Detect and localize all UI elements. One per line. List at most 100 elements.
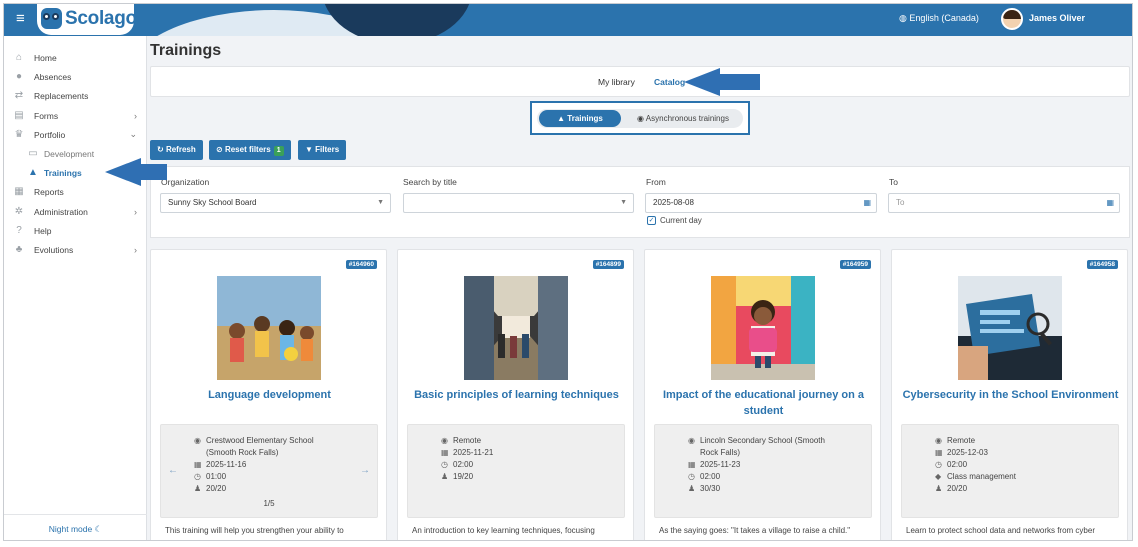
location-row: ◉ Lincoln Secondary School (Smooth Rock F…	[688, 436, 825, 457]
session-info: ◉ Remote ▦ 2025-12-03 ◷ 02:00 ◆ Class manage…	[901, 424, 1119, 518]
location-row: ◉ Remote	[935, 436, 976, 445]
date-row: ▦ 2025-11-16	[194, 460, 247, 469]
location-row: ◉ Crestwood Elementary School (Smooth Roc…	[194, 436, 314, 457]
duration-row: ◷ 02:00	[935, 460, 968, 469]
organization-select[interactable]: Sunny Sky School Board ▼	[160, 193, 391, 213]
report-icon: ▦	[14, 186, 24, 197]
training-card[interactable]: #164899 Basic principles of learning tec…	[397, 249, 634, 540]
arrow-left-icon[interactable]: ←	[168, 465, 178, 476]
chevron-down-icon: ▼	[377, 199, 384, 206]
location-row: ◉ Remote	[441, 436, 482, 445]
trophy-icon: ♛	[14, 129, 24, 140]
sidebar-item-evolutions[interactable]: ♣ Evolutions ›	[4, 240, 147, 259]
filters-panel: Organization Sunny Sky School Board ▼ Sea…	[150, 166, 1130, 238]
reset-filters-button[interactable]: ⊘ Reset filters 1	[209, 140, 291, 160]
training-title[interactable]: Language development	[159, 387, 380, 403]
globe-icon: ◍	[899, 13, 907, 23]
chevron-down-icon: ▼	[620, 199, 627, 206]
reset-count-badge: 1	[273, 146, 284, 156]
training-id-badge: #164958	[1086, 260, 1118, 269]
training-title[interactable]: Basic principles of learning techniques	[406, 387, 627, 403]
tab-trainings[interactable]: ▲ Trainings	[539, 110, 621, 127]
chevron-right-icon: ›	[134, 244, 137, 255]
training-image	[711, 276, 815, 380]
duration-row: ◷ 01:00	[194, 472, 227, 481]
sidebar-item-administration[interactable]: ✲ Administration ›	[4, 202, 147, 221]
sprout-icon: ♣	[15, 244, 23, 255]
sidebar-item-replacements[interactable]: ⇄ Replacements	[4, 86, 147, 105]
to-label: To	[889, 177, 898, 187]
organization-label: Organization	[161, 177, 210, 187]
calendar-icon[interactable]: ▦	[863, 194, 871, 212]
owl-logo-icon	[41, 8, 62, 29]
training-card[interactable]: #164959 Impact of the educational journe…	[644, 249, 881, 540]
to-date-input[interactable]: To ▦	[888, 193, 1120, 213]
logo[interactable]: Scolago	[37, 4, 137, 35]
arrow-right-icon[interactable]: →	[360, 465, 370, 476]
clock-icon: ◷	[688, 472, 695, 481]
seats-row: ♟ 19/20	[441, 472, 474, 481]
search-title-select[interactable]: ▼	[403, 193, 634, 213]
refresh-button[interactable]: ↻ Refresh	[150, 140, 203, 160]
map-pin-icon: ◉	[688, 436, 695, 445]
swap-icon: ⇄	[14, 90, 24, 101]
funnel-icon: ▼	[305, 145, 316, 154]
training-description: Learn to protect school data and network…	[906, 526, 1095, 535]
session-info: ◉ Lincoln Secondary School (Smooth Rock F…	[654, 424, 872, 518]
calendar-icon[interactable]: ▦	[1106, 194, 1114, 212]
library-tabs: My library Catalog	[150, 66, 1130, 97]
sidebar: ⌂ Home ● Absences ⇄ Replacements ▤ Forms › ♛ P…	[4, 36, 147, 540]
session-info: ◉ Remote ▦ 2025-11-21 ◷ 02:00 ♟ 19/20	[407, 424, 625, 518]
clock-icon: ◷	[194, 472, 201, 481]
clock-icon: ◷	[935, 460, 942, 469]
filter-reset-icon: ⊘	[216, 145, 225, 154]
hamburger-menu-icon[interactable]: ≡	[16, 11, 30, 26]
filters-button[interactable]: ▼ Filters	[298, 140, 347, 160]
users-icon: ♟	[441, 472, 449, 481]
from-date-input[interactable]: 2025-08-08 ▦	[645, 193, 877, 213]
tab-catalog[interactable]: Catalog	[654, 77, 685, 87]
sidebar-item-home[interactable]: ⌂ Home	[4, 48, 147, 67]
tab-my-library[interactable]: My library	[598, 77, 635, 87]
checkmark-icon: ✓	[647, 216, 656, 226]
question-icon: ?	[16, 225, 22, 236]
seats-row: ♟ 20/20	[935, 484, 968, 493]
language-selector[interactable]: ◍ English (Canada)	[899, 13, 979, 24]
sidebar-item-absences[interactable]: ● Absences	[4, 67, 147, 86]
training-card[interactable]: #164958 Cybersecurity in the School Envi…	[891, 249, 1128, 540]
current-day-checkbox[interactable]: ✓ Current day	[647, 216, 702, 226]
gear-icon: ✲	[14, 206, 24, 217]
person-icon: ●	[15, 71, 23, 82]
graduation-cap-icon: ▲	[557, 114, 568, 123]
annotation-arrowhead-trainings	[105, 158, 141, 186]
map-pin-icon: ◉	[194, 436, 201, 445]
users-icon: ♟	[935, 484, 943, 493]
sidebar-item-forms[interactable]: ▤ Forms ›	[4, 106, 147, 125]
chevron-right-icon: ›	[134, 110, 137, 121]
avatar[interactable]	[1001, 8, 1023, 30]
map-pin-icon: ◉	[935, 436, 942, 445]
sidebar-item-portfolio[interactable]: ♛ Portfolio ⌄	[4, 125, 147, 144]
session-info: ◉ Crestwood Elementary School (Smooth Roc…	[160, 424, 378, 518]
certificate-icon: ▭	[28, 148, 38, 159]
training-description: This training will help you strengthen y…	[165, 526, 344, 535]
tab-asynchronous-trainings[interactable]: ◉ Asynchronous trainings	[625, 110, 741, 127]
training-title[interactable]: Cybersecurity in the School Environment	[900, 387, 1121, 403]
training-title[interactable]: Impact of the educational journey on a s…	[653, 387, 874, 419]
sidebar-item-help[interactable]: ? Help	[4, 221, 147, 240]
map-pin-icon: ◉	[441, 436, 448, 445]
calendar-icon: ▦	[935, 448, 943, 457]
annotation-arrowhead-catalog	[684, 68, 720, 96]
calendar-icon: ▦	[441, 448, 449, 457]
date-row: ▦ 2025-11-21	[441, 448, 494, 457]
app-window: ≡ Scolago ◍ English (Canada) James Olive…	[3, 3, 1133, 541]
training-type-switch-highlight: ▲ Trainings ◉ Asynchronous trainings	[530, 101, 750, 135]
night-mode-toggle[interactable]: Night mode ☾	[4, 514, 147, 540]
from-label: From	[646, 177, 666, 187]
training-card[interactable]: #164960 Language development ◉ Crestwood …	[150, 249, 387, 540]
user-name[interactable]: James Oliver	[1029, 13, 1085, 23]
duration-row: ◷ 02:00	[688, 472, 721, 481]
logo-text: Scolago	[65, 8, 137, 29]
calendar-icon: ▦	[688, 460, 696, 469]
training-id-badge: #164960	[345, 260, 377, 269]
